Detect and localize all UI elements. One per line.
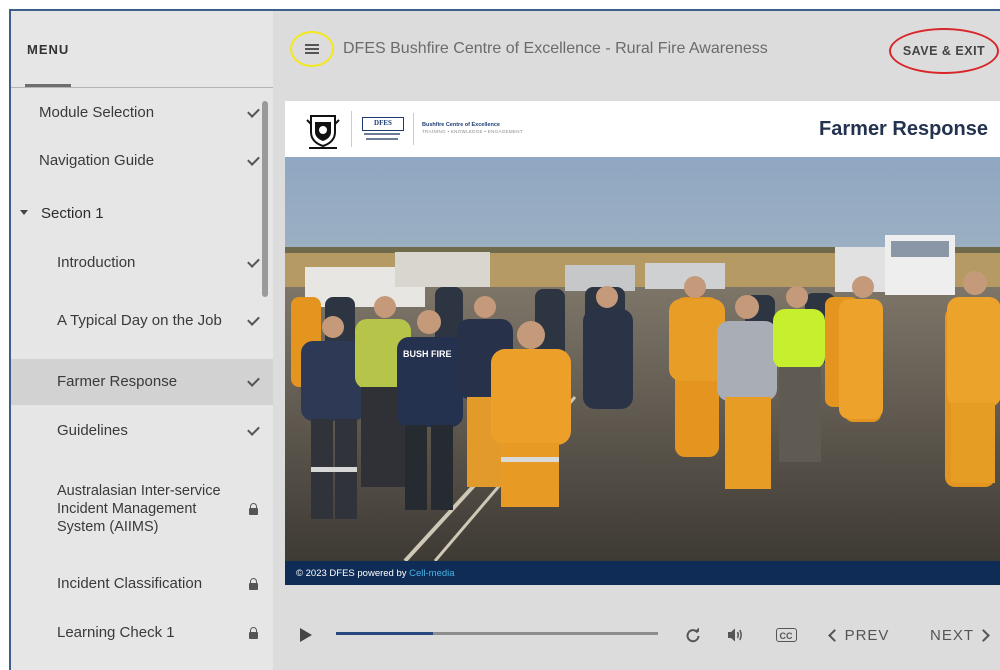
menu-item-introduction[interactable]: Introduction (11, 243, 273, 283)
check-icon (246, 153, 260, 166)
menu-item-label: Guidelines (57, 422, 128, 439)
audio-icon (728, 628, 742, 642)
check-icon (246, 104, 260, 118)
play-icon (300, 628, 312, 642)
slide-title: Farmer Response (819, 118, 988, 140)
lock-icon (248, 578, 258, 590)
chevron-right-icon (977, 628, 990, 642)
menu-item-module-selection[interactable]: Module Selection (11, 88, 273, 137)
shirt-text: BUSH FIRE (403, 349, 452, 359)
menu-section-1[interactable]: Section 1 (11, 185, 273, 243)
menu-item-label: Module Selection (39, 103, 155, 121)
menu-item-label: Farmer Response (57, 373, 178, 390)
check-icon (246, 313, 260, 326)
app-window: MENU Module Selection Navigation Guide S… (9, 9, 1000, 670)
crest-icon (303, 108, 343, 150)
menu-scrollbar-thumb[interactable] (262, 101, 268, 297)
next-label: NEXT (929, 626, 974, 644)
menu-item-incident-classification[interactable]: Incident Classification (11, 561, 273, 607)
menu-item-label: A Typical Day on the Job (57, 312, 222, 329)
prev-button[interactable]: PREV (822, 621, 894, 649)
menu-toggle-button[interactable] (290, 31, 334, 67)
slide-header: DFES Bushfire Centre of Excellence TRAIN… (285, 101, 1000, 157)
hamburger-icon (305, 44, 319, 54)
check-icon (246, 423, 260, 436)
caret-down-icon (20, 210, 28, 215)
sidebar-menu: MENU Module Selection Navigation Guide S… (11, 11, 273, 670)
menu-title-underline (25, 84, 71, 87)
copyright-text: © 2023 DFES powered by Cell-media (296, 568, 455, 579)
main-area: DFES Bushfire Centre of Excellence - Rur… (273, 11, 1000, 670)
menu-item-label: Learning Check 1 (57, 624, 175, 641)
menu-item-label: Australasian Inter-service Incident Mana… (57, 483, 221, 535)
copyright-label: © 2023 DFES powered by (296, 568, 410, 579)
menu-item-navigation-guide[interactable]: Navigation Guide (11, 137, 273, 185)
course-title: DFES Bushfire Centre of Excellence - Rur… (343, 40, 768, 57)
brand-link[interactable]: Cell-media (409, 568, 454, 579)
centre-tagline: TRAINING • KNOWLEDGE • ENGAGEMENT (422, 129, 523, 134)
menu-item-label: Introduction (57, 254, 136, 271)
menu-scrollbar[interactable] (260, 97, 270, 670)
progress-bar[interactable] (336, 632, 658, 635)
lock-icon (248, 627, 258, 639)
closed-captions-button[interactable]: CC (771, 621, 801, 649)
menu-item-farmer-response[interactable]: Farmer Response (11, 359, 273, 405)
prev-label: PREV (844, 626, 890, 644)
menu-item-label: Navigation Guide (39, 152, 155, 169)
save-exit-button[interactable]: SAVE & EXIT (889, 28, 999, 74)
dfes-logo-text: DFES (362, 117, 404, 131)
lock-icon (248, 503, 258, 515)
centre-name: Bushfire Centre of Excellence (422, 122, 500, 128)
menu-item-label: Incident Classification (57, 575, 203, 592)
progress-fill (336, 632, 433, 635)
menu-item-guidelines[interactable]: Guidelines (11, 405, 273, 457)
slide-footer: © 2023 DFES powered by Cell-media (285, 561, 1000, 585)
check-icon (246, 374, 260, 387)
check-icon (246, 255, 260, 268)
next-button[interactable]: NEXT (923, 621, 995, 649)
audio-button[interactable] (722, 621, 748, 649)
bushfire-centre-logo: Bushfire Centre of Excellence TRAINING •… (413, 113, 523, 145)
menu-list: Module Selection Navigation Guide Sectio… (11, 88, 273, 659)
dfes-logo: DFES (351, 111, 413, 147)
cc-icon: CC (775, 628, 797, 642)
menu-item-typical-day[interactable]: A Typical Day on the Job (11, 283, 273, 359)
replay-icon (686, 627, 700, 643)
play-button[interactable] (297, 625, 317, 645)
slide: DFES Bushfire Centre of Excellence TRAIN… (285, 101, 1000, 585)
chevron-left-icon (827, 628, 841, 642)
menu-title: MENU (27, 42, 70, 57)
replay-button[interactable] (680, 621, 706, 649)
menu-section-label: Section 1 (41, 205, 104, 222)
player-controls: CC PREV NEXT (273, 611, 1000, 659)
slide-photo: BUSH FIRE (285, 157, 1000, 561)
menu-item-learning-check-1[interactable]: Learning Check 1 (11, 607, 273, 659)
menu-item-aiims[interactable]: Australasian Inter-service Incident Mana… (11, 457, 273, 561)
menu-header: MENU (11, 11, 273, 88)
